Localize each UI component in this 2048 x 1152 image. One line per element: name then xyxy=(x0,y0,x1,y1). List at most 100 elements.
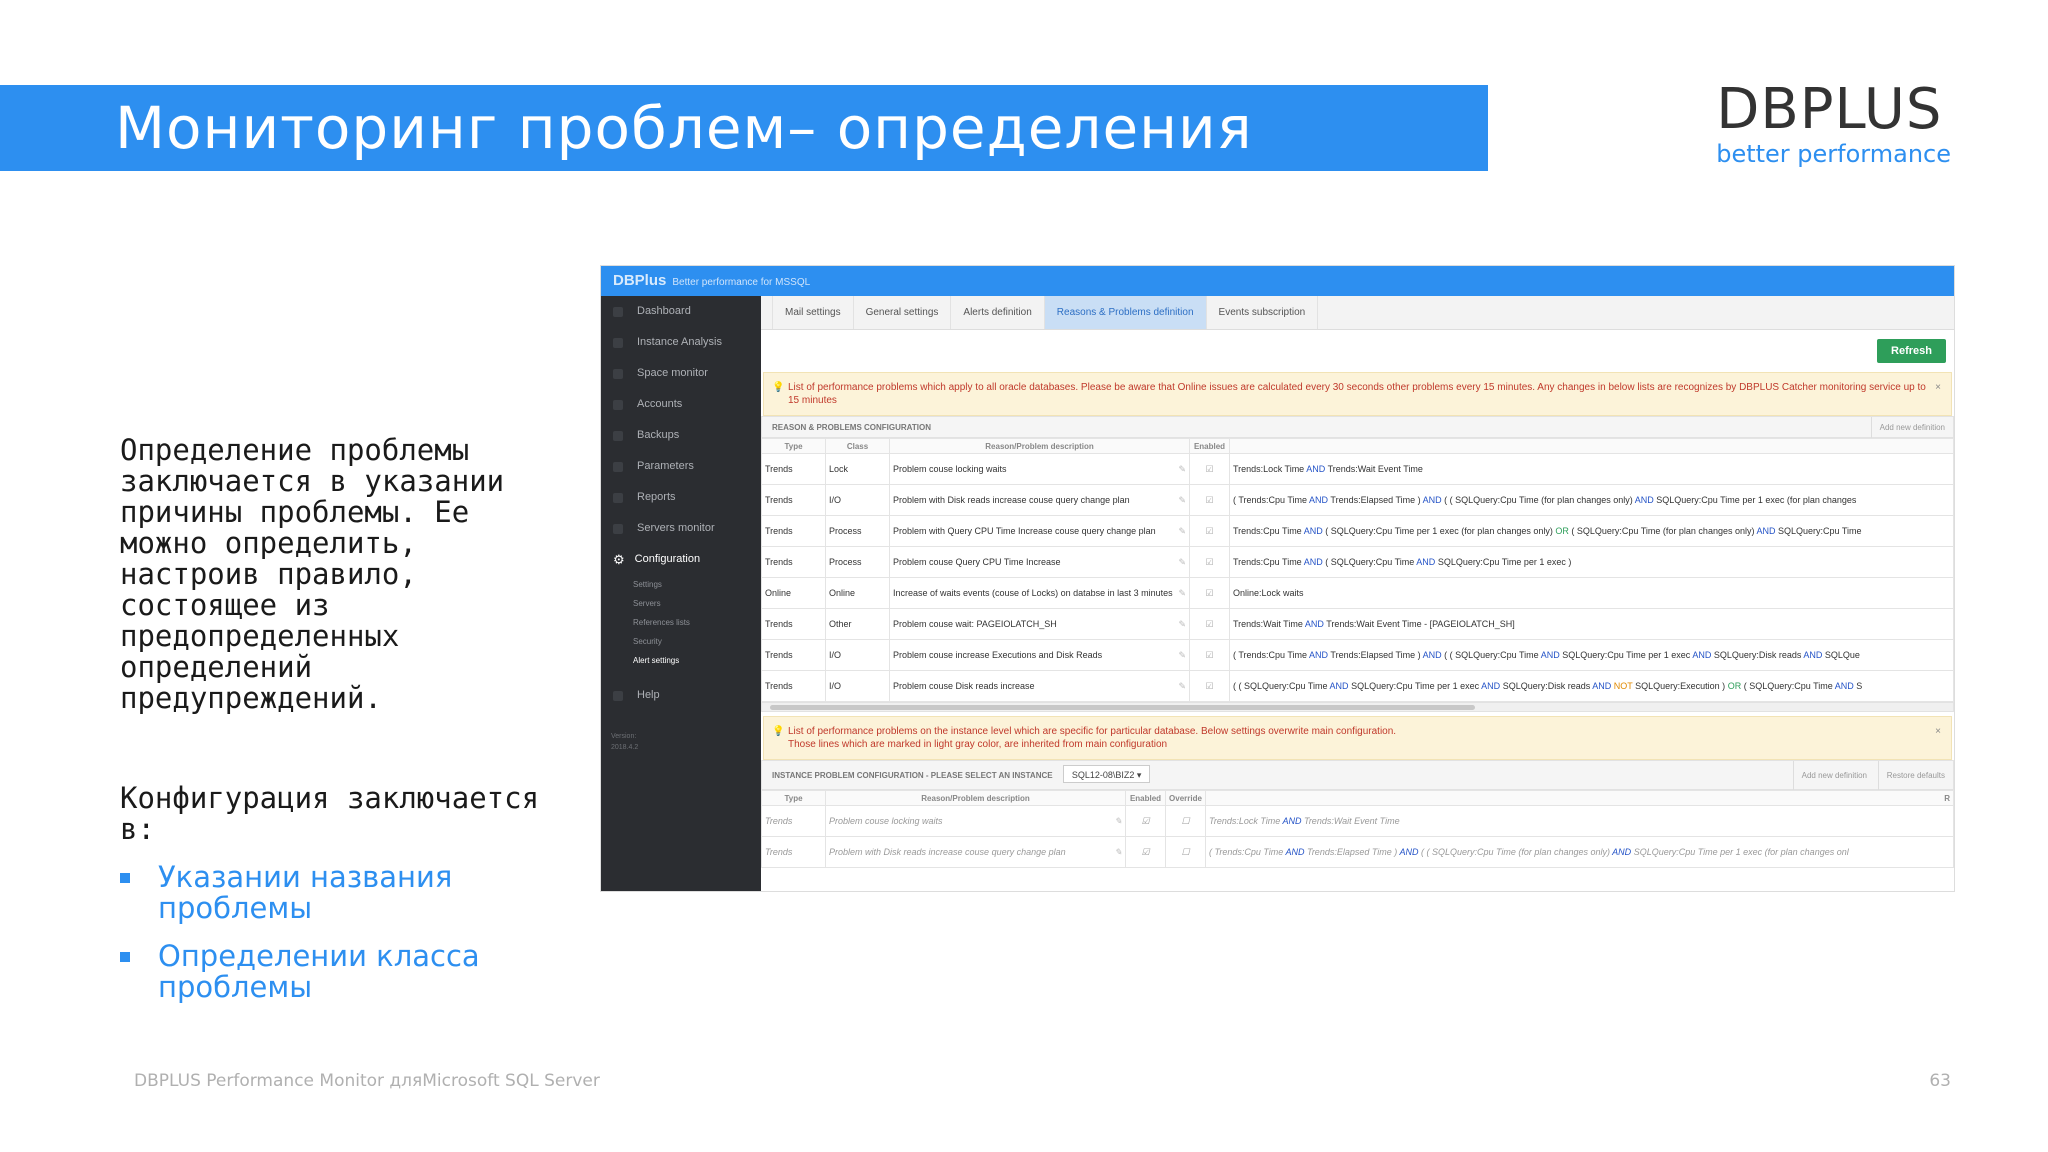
sidebar-item-accounts[interactable]: Accounts xyxy=(601,389,761,420)
info-alert-instance: 💡 List of performance problems on the in… xyxy=(763,716,1952,760)
app-brand: DBPlus xyxy=(613,272,667,289)
section-header-reasons: REASON & PROBLEMS CONFIGURATION Add new … xyxy=(761,416,1954,438)
slide-footer: DBPLUS Performance Monitor дляMicrosoft … xyxy=(134,1071,600,1091)
instance-problems-table: Type Reason/Problem description Enabled … xyxy=(761,790,1954,868)
menu-toggle-icon[interactable] xyxy=(761,296,773,329)
scrollbar-thumb[interactable] xyxy=(770,705,1475,710)
version-info: Version: 2018.4.2 xyxy=(611,733,639,751)
gear-icon: ⚙ xyxy=(613,552,625,567)
sidebar-sub-servers[interactable]: Servers xyxy=(601,594,761,613)
sidebar-item-configuration[interactable]: ⚙ Configuration xyxy=(601,544,761,575)
sidebar-sub-alert-settings[interactable]: Alert settings xyxy=(601,651,761,670)
page-number: 63 xyxy=(1929,1071,1951,1091)
instance-select[interactable]: SQL12-08\BIZ2 ▾ xyxy=(1062,765,1151,783)
horizontal-scrollbar[interactable] xyxy=(761,702,1954,712)
section-header-instance: INSTANCE PROBLEM CONFIGURATION - PLEASE … xyxy=(761,760,1954,790)
enabled-checkbox[interactable]: ☑ xyxy=(1189,608,1230,640)
app-header: DBPlus Better performance for MSSQL xyxy=(601,266,1954,296)
table-row[interactable]: Trends Other Problem couse wait: PAGEIOLA… xyxy=(761,608,1954,640)
tab-mail-settings[interactable]: Mail settings xyxy=(773,296,854,329)
edit-icon[interactable]: ✎ xyxy=(1178,526,1186,537)
info-alert-global: 💡 List of performance problems which app… xyxy=(763,372,1952,416)
sidebar-sub-security[interactable]: Security xyxy=(601,632,761,651)
refresh-button[interactable]: Refresh xyxy=(1877,339,1946,363)
table-row[interactable]: Trends I/O Problem couse increase Executi… xyxy=(761,639,1954,671)
tab-reasons-problems[interactable]: Reasons & Problems definition xyxy=(1044,296,1207,329)
edit-icon[interactable]: ✎ xyxy=(1114,816,1122,827)
table-row[interactable]: Trends I/O Problem couse Disk reads incre… xyxy=(761,670,1954,702)
edit-icon[interactable]: ✎ xyxy=(1178,681,1186,692)
table-row[interactable]: Trends Problem couse locking waits ✎ ☑ ☐ … xyxy=(761,805,1954,837)
edit-icon[interactable]: ✎ xyxy=(1114,847,1122,858)
description-text: Определение проблемы заключается в указа… xyxy=(120,433,505,715)
enabled-checkbox[interactable]: ☑ xyxy=(1189,515,1230,547)
enabled-checkbox[interactable]: ☑ xyxy=(1189,577,1230,609)
dashboard-icon xyxy=(613,306,623,317)
sidebar-item-reports[interactable]: Reports xyxy=(601,482,761,513)
problems-table: Type Class Reason/Problem description En… xyxy=(761,438,1954,702)
dbplus-logo: DBPLUS better performance xyxy=(1716,77,1951,169)
edit-icon[interactable]: ✎ xyxy=(1178,619,1186,630)
enabled-checkbox[interactable]: ☑ xyxy=(1189,670,1230,702)
edit-icon[interactable]: ✎ xyxy=(1178,495,1186,506)
app-screenshot: DBPlus Better performance for MSSQL Dashb… xyxy=(600,265,1955,892)
edit-icon[interactable]: ✎ xyxy=(1178,588,1186,599)
table-row[interactable]: Trends Process Problem couse Query CPU Ti… xyxy=(761,546,1954,578)
sidebar-item-parameters[interactable]: Parameters xyxy=(601,451,761,482)
sidebar-sub-references[interactable]: References lists xyxy=(601,613,761,632)
lightbulb-icon: 💡 xyxy=(772,382,785,393)
app-brand-sub: Better performance for MSSQL xyxy=(672,277,811,288)
table-header: Type Class Reason/Problem description En… xyxy=(761,438,1954,454)
bullet-icon xyxy=(120,873,130,883)
table-row[interactable]: Online Online Increase of waits events (c… xyxy=(761,577,1954,609)
config-intro-text: Конфигурация заключается в: xyxy=(120,781,540,846)
server-icon xyxy=(613,523,623,534)
disk-icon xyxy=(613,368,623,379)
override-checkbox[interactable]: ☐ xyxy=(1165,836,1206,868)
bullet-item: Определении класса проблемы xyxy=(120,941,580,1003)
help-icon xyxy=(613,690,623,701)
chart-icon xyxy=(613,337,623,348)
edit-icon[interactable]: ✎ xyxy=(1178,650,1186,661)
sidebar-item-dashboard[interactable]: Dashboard xyxy=(601,296,761,327)
tab-general-settings[interactable]: General settings xyxy=(854,296,952,329)
tab-events-subscription[interactable]: Events subscription xyxy=(1207,296,1319,329)
table-row[interactable]: Trends Process Problem with Query CPU Tim… xyxy=(761,515,1954,547)
edit-icon[interactable]: ✎ xyxy=(1178,557,1186,568)
enabled-checkbox[interactable]: ☑ xyxy=(1125,836,1166,868)
enabled-checkbox[interactable]: ☑ xyxy=(1189,639,1230,671)
add-definition-button[interactable]: Add new definition xyxy=(1792,761,1875,790)
sidebar-sub-settings[interactable]: Settings xyxy=(601,575,761,594)
main-panel: Mail settings General settings Alerts de… xyxy=(761,296,1954,891)
tab-alerts-definition[interactable]: Alerts definition xyxy=(951,296,1045,329)
sidebar-item-space-monitor[interactable]: Space monitor xyxy=(601,358,761,389)
edit-icon[interactable]: ✎ xyxy=(1178,464,1186,475)
logo-brand: DBPLUS xyxy=(1716,77,1943,142)
user-icon xyxy=(613,399,623,410)
add-definition-button[interactable]: Add new definition xyxy=(1870,417,1953,438)
enabled-checkbox[interactable]: ☑ xyxy=(1125,805,1166,837)
sidebar-item-instance-analysis[interactable]: Instance Analysis xyxy=(601,327,761,358)
table-row[interactable]: Trends Problem with Disk reads increase … xyxy=(761,836,1954,868)
bullet-icon xyxy=(120,952,130,962)
logo-tagline: better performance xyxy=(1716,140,1951,168)
table-row[interactable]: Trends I/O Problem with Disk reads increa… xyxy=(761,484,1954,516)
report-icon xyxy=(613,492,623,503)
close-icon[interactable]: × xyxy=(1935,381,1941,394)
restore-defaults-button[interactable]: Restore defaults xyxy=(1877,761,1953,790)
sidebar-item-backups[interactable]: Backups xyxy=(601,420,761,451)
table-row[interactable]: Trends Lock Problem couse locking waits ✎ … xyxy=(761,453,1954,485)
tab-bar: Mail settings General settings Alerts de… xyxy=(761,296,1954,330)
sidebar-item-servers-monitor[interactable]: Servers monitor xyxy=(601,513,761,544)
enabled-checkbox[interactable]: ☑ xyxy=(1189,453,1230,485)
enabled-checkbox[interactable]: ☑ xyxy=(1189,546,1230,578)
override-checkbox[interactable]: ☐ xyxy=(1165,805,1206,837)
table-header: Type Reason/Problem description Enabled … xyxy=(761,790,1954,806)
close-icon[interactable]: × xyxy=(1935,725,1941,738)
sidebar: Dashboard Instance Analysis Space monito… xyxy=(601,296,761,891)
sidebar-item-help[interactable]: Help xyxy=(601,680,761,711)
slide-title: Мониторинг проблем– определения проблем xyxy=(0,85,1488,248)
bullet-item: Указании названия проблемы xyxy=(120,862,580,924)
lightbulb-icon: 💡 xyxy=(772,726,785,737)
enabled-checkbox[interactable]: ☑ xyxy=(1189,484,1230,516)
